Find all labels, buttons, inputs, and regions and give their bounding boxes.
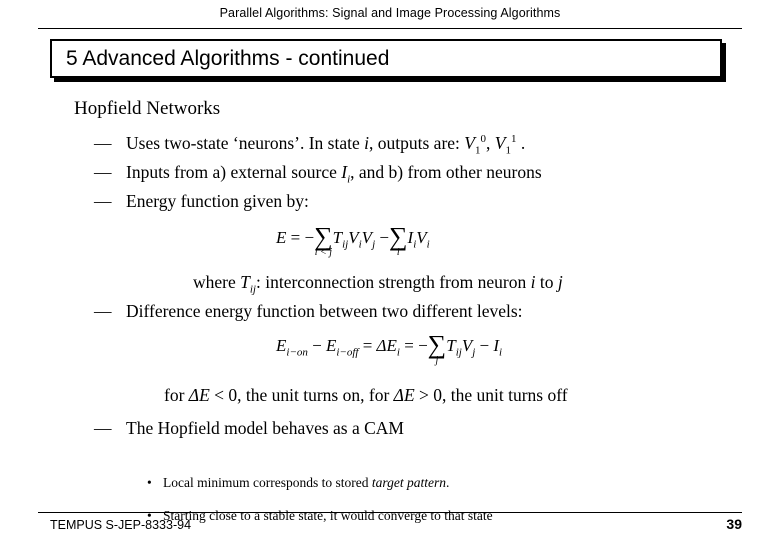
sub-bullet-1: Local minimum corresponds to stored targ… — [163, 475, 449, 491]
eq1-Vj: V — [361, 227, 373, 247]
eq2-T: T — [446, 335, 456, 355]
where-pre: where — [193, 272, 241, 292]
bullet-1-v1-sub: 1 — [474, 144, 481, 157]
bullet-dash-3: — — [94, 191, 112, 211]
where-to: to — [535, 272, 558, 292]
bullet-item-2: Inputs from a) external source Ii, and b… — [126, 162, 542, 186]
eq2-equals-2: = — [404, 335, 414, 355]
bullet-1-comma: , — [485, 133, 495, 153]
difference-energy-equation: Ei−on − Ei−off = ΔEi = − ∑ j TijVj − Ii — [276, 330, 503, 366]
title-box: 5 Advanced Algorithms - continued — [50, 39, 722, 78]
header-divider — [38, 28, 742, 29]
bullet-item-5: The Hopfield model behaves as a CAM — [126, 418, 404, 438]
bullet-1-v2-sub: 1 — [505, 144, 511, 157]
for-gt: > 0, the unit turns off — [414, 385, 568, 405]
bullet-1-mid: , outputs are: — [369, 133, 465, 153]
eq2-E1: E — [276, 335, 287, 355]
slide: Parallel Algorithms: Signal and Image Pr… — [0, 0, 780, 540]
eq1-sum-1: ∑ i < j — [314, 224, 333, 258]
page-title: 5 Advanced Algorithms - continued — [66, 47, 390, 70]
sub-bullet-dot-1: • — [147, 475, 152, 490]
bullet-1-v1: V — [464, 133, 475, 153]
eq2-delta: Δ — [376, 335, 387, 355]
for-pre: for — [164, 385, 189, 405]
eq1-Vi: V — [348, 227, 359, 247]
for-delta-1: Δ — [188, 385, 200, 405]
eq2-equals-1: = — [362, 335, 373, 355]
bullet-dash-1: — — [94, 133, 112, 153]
eq1-sum-2: ∑ i — [389, 224, 408, 258]
section-subheading: Hopfield Networks — [74, 98, 221, 119]
eq1-minus: − — [304, 227, 315, 247]
for-condition-line: for ΔE < 0, the unit turns on, for ΔE > … — [164, 385, 568, 406]
footer-divider — [38, 512, 742, 513]
eq1-T: T — [332, 227, 343, 247]
eq2-sum: ∑ j — [428, 332, 447, 366]
where-mid: : interconnection strength from neuron — [256, 272, 531, 292]
eq2-minus-1: − — [312, 335, 322, 355]
bullet-item-1: Uses two-state ‘neurons’. In state i, ou… — [126, 133, 525, 157]
eq2-E3: E — [386, 335, 397, 355]
eq1-V: V — [416, 227, 427, 247]
sub-bullet-1-post: . — [445, 475, 450, 490]
footer-project-code: TEMPUS S-JEP-8333-94 — [50, 518, 192, 532]
bullet-dash-2: — — [94, 162, 112, 182]
bullet-2-post: , and b) from other neurons — [350, 162, 542, 182]
eq2-minus-2: − — [418, 335, 428, 355]
where-j: j — [557, 272, 563, 292]
eq1-lhs: E — [276, 227, 287, 247]
eq2-E3-sub: i — [396, 346, 400, 359]
eq2-E2: E — [325, 335, 337, 355]
eq2-V-sub: j — [472, 346, 476, 359]
eq2-V: V — [461, 335, 473, 355]
sub-bullet-2: Starting close to a stable state, it wou… — [163, 508, 493, 524]
eq2-minus-3: − — [479, 335, 490, 355]
sub-bullet-1-pre: Local minimum corresponds to stored — [163, 475, 372, 490]
for-E-2: E — [403, 385, 415, 405]
where-explanation: where Tij: interconnection strength from… — [193, 272, 563, 296]
eq1-equals: = — [290, 227, 301, 247]
bullet-1-post: . — [516, 133, 526, 153]
eq2-I-sub: i — [499, 346, 503, 359]
bullet-1-pre: Uses two-state ‘neurons’. In state — [126, 133, 365, 153]
for-E-1: E — [199, 385, 210, 405]
bullet-item-4: Difference energy function between two d… — [126, 301, 523, 321]
for-delta-2: Δ — [393, 385, 404, 405]
bullet-1-v2: V — [494, 133, 506, 153]
bullet-dash-5: — — [94, 418, 112, 438]
eq1-minus-2: − — [379, 227, 389, 247]
energy-function-equation: E = − ∑ i < j TijViVj − ∑ i IiVi — [276, 222, 430, 258]
bullet-item-3: Energy function given by: — [126, 191, 309, 211]
eq1-sum-1-limit: i < j — [314, 247, 332, 258]
bullet-dash-4: — — [94, 301, 112, 321]
sub-bullet-2-pre: Starting close to a stable state, it wou… — [163, 508, 493, 523]
where-T: T — [240, 272, 250, 292]
bullet-2-pre: Inputs from a) external source — [126, 162, 342, 182]
eq2-E2-sub: i−off — [336, 346, 359, 359]
running-header: Parallel Algorithms: Signal and Image Pr… — [219, 6, 561, 20]
eq1-V-sub: i — [426, 238, 430, 251]
eq1-Vj-sub: j — [372, 238, 376, 251]
sub-bullet-1-italic: target pattern — [371, 475, 446, 490]
page-number: 39 — [726, 516, 742, 532]
for-lt: < 0, the unit turns on, for — [209, 385, 394, 405]
eq2-E1-sub: i−on — [286, 346, 308, 359]
